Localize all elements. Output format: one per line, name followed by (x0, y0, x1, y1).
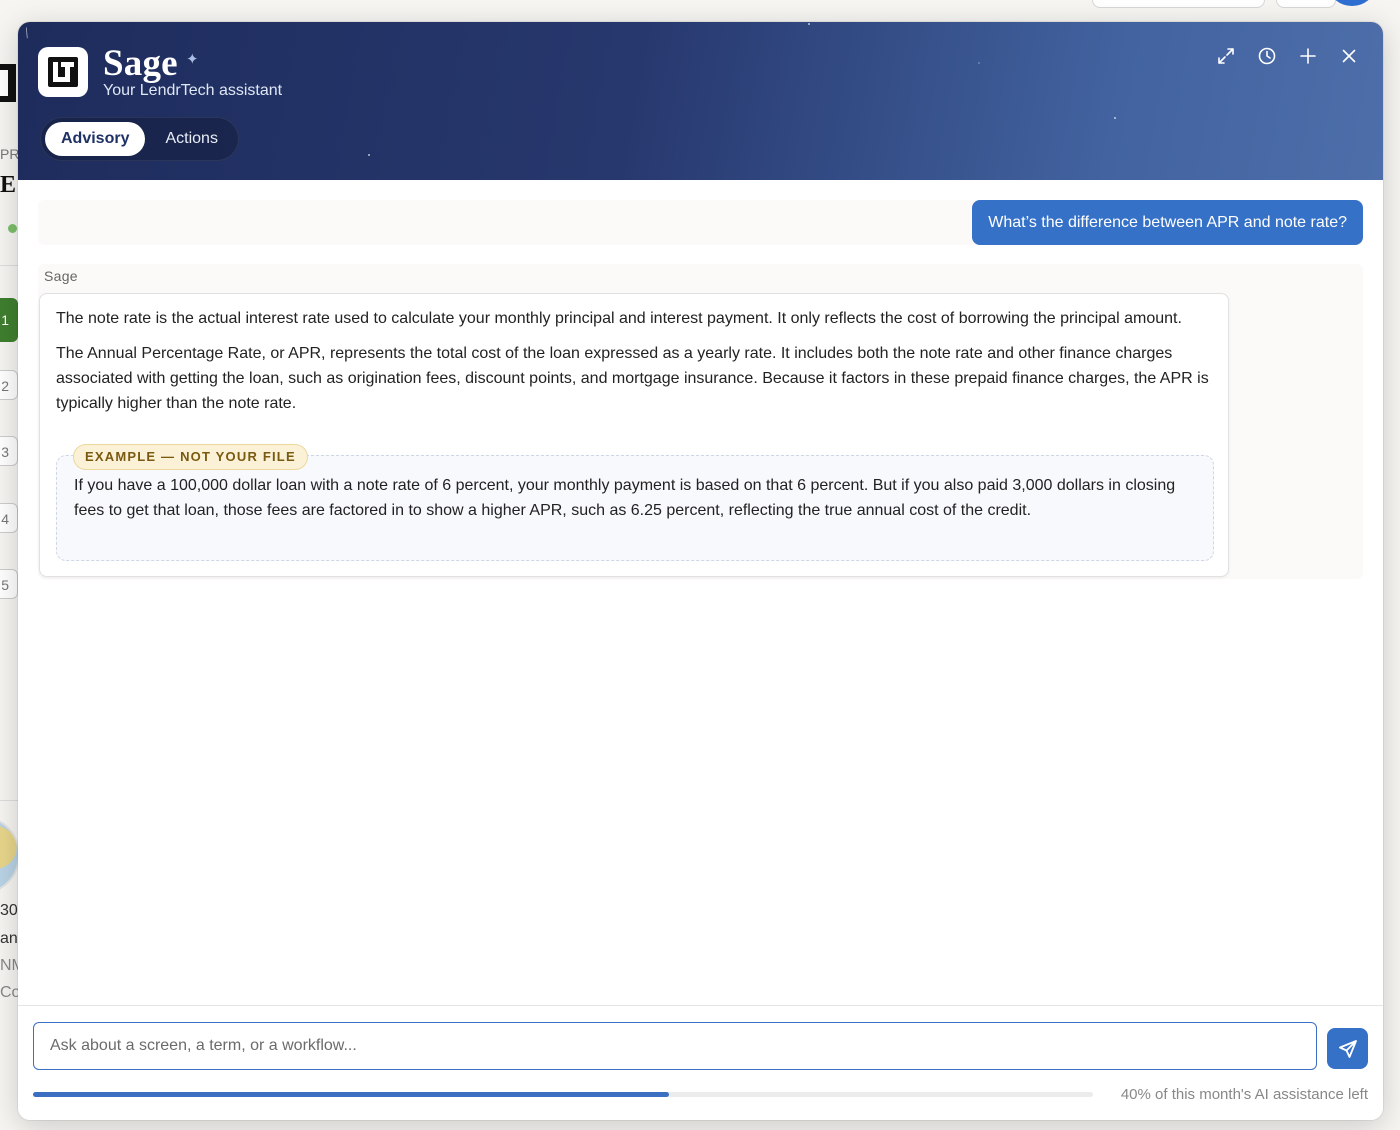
star-decoration (1114, 117, 1116, 119)
send-icon (1338, 1039, 1357, 1058)
mode-tabs: Advisory Actions (40, 117, 239, 161)
background-top-button (1276, 0, 1336, 8)
avatar (1330, 0, 1374, 6)
star-decoration (368, 154, 370, 156)
user-message-row: What’s the difference between APR and no… (38, 200, 1363, 245)
step-2[interactable]: 2 (0, 370, 18, 400)
assistant-header: ⟋ Sage ✦ Your LendrTech assistant Adviso… (18, 22, 1383, 180)
expand-button[interactable] (1216, 44, 1236, 68)
message-input[interactable] (33, 1022, 1317, 1070)
answer-paragraph: The Annual Percentage Rate, or APR, repr… (56, 345, 1209, 412)
example-text: If you have a 100,000 dollar loan with a… (74, 477, 1176, 519)
composer: 40% of this month's AI assistance left (18, 1005, 1383, 1120)
status-dot (8, 224, 17, 233)
resize-handle-icon[interactable]: ⟋ (21, 24, 38, 41)
header-actions (1216, 44, 1359, 68)
usage-progress-bar (33, 1092, 1093, 1097)
example-badge: EXAMPLE — NOT YOUR FILE (73, 444, 308, 470)
assistant-title: Sage (103, 43, 178, 84)
assistant-panel: ⟋ Sage ✦ Your LendrTech assistant Adviso… (18, 22, 1383, 1120)
background-logo (0, 64, 16, 102)
background-heading: E (0, 172, 17, 198)
sender-label: Sage (44, 268, 78, 284)
assistant-subtitle: Your LendrTech assistant (103, 82, 283, 99)
usage-progress-fill (33, 1092, 669, 1097)
history-button[interactable] (1257, 44, 1277, 68)
example-callout: EXAMPLE — NOT YOUR FILE If you have a 10… (56, 444, 1214, 561)
background-label: PR (0, 146, 20, 162)
divider (0, 800, 20, 801)
answer-paragraph: The note rate is the actual interest rat… (56, 310, 1182, 327)
assistant-message-row: Sage The note rate is the actual interes… (38, 264, 1363, 579)
close-button[interactable] (1339, 44, 1359, 68)
assistant-answer-card: The note rate is the actual interest rat… (39, 293, 1229, 577)
sparkle-icon: ✦ (186, 51, 199, 68)
background-text: 30 (0, 902, 18, 919)
lendrtech-logo (38, 47, 88, 97)
step-4[interactable]: 4 (0, 503, 18, 533)
background-top-button (1092, 0, 1265, 8)
close-icon (1342, 49, 1356, 63)
step-3[interactable]: 3 (0, 436, 18, 466)
step-1[interactable]: 1 (0, 298, 18, 342)
send-button[interactable] (1327, 1028, 1368, 1069)
usage-text: 40% of this month's AI assistance left (1120, 1086, 1368, 1103)
step-5[interactable]: 5 (0, 569, 18, 599)
star-decoration (808, 23, 810, 25)
conversation-area: What’s the difference between APR and no… (18, 180, 1383, 1005)
tab-actions[interactable]: Actions (149, 122, 233, 156)
divider (0, 265, 20, 266)
tab-advisory[interactable]: Advisory (45, 122, 146, 156)
logo-mark-icon (48, 57, 78, 87)
background-image (0, 815, 20, 895)
expand-icon (1218, 48, 1234, 64)
history-icon (1258, 47, 1276, 65)
user-message-bubble: What’s the difference between APR and no… (972, 200, 1363, 245)
new-chat-button[interactable] (1298, 44, 1318, 68)
star-decoration (978, 62, 980, 64)
background-text: an (0, 930, 18, 947)
plus-icon (1300, 48, 1316, 64)
